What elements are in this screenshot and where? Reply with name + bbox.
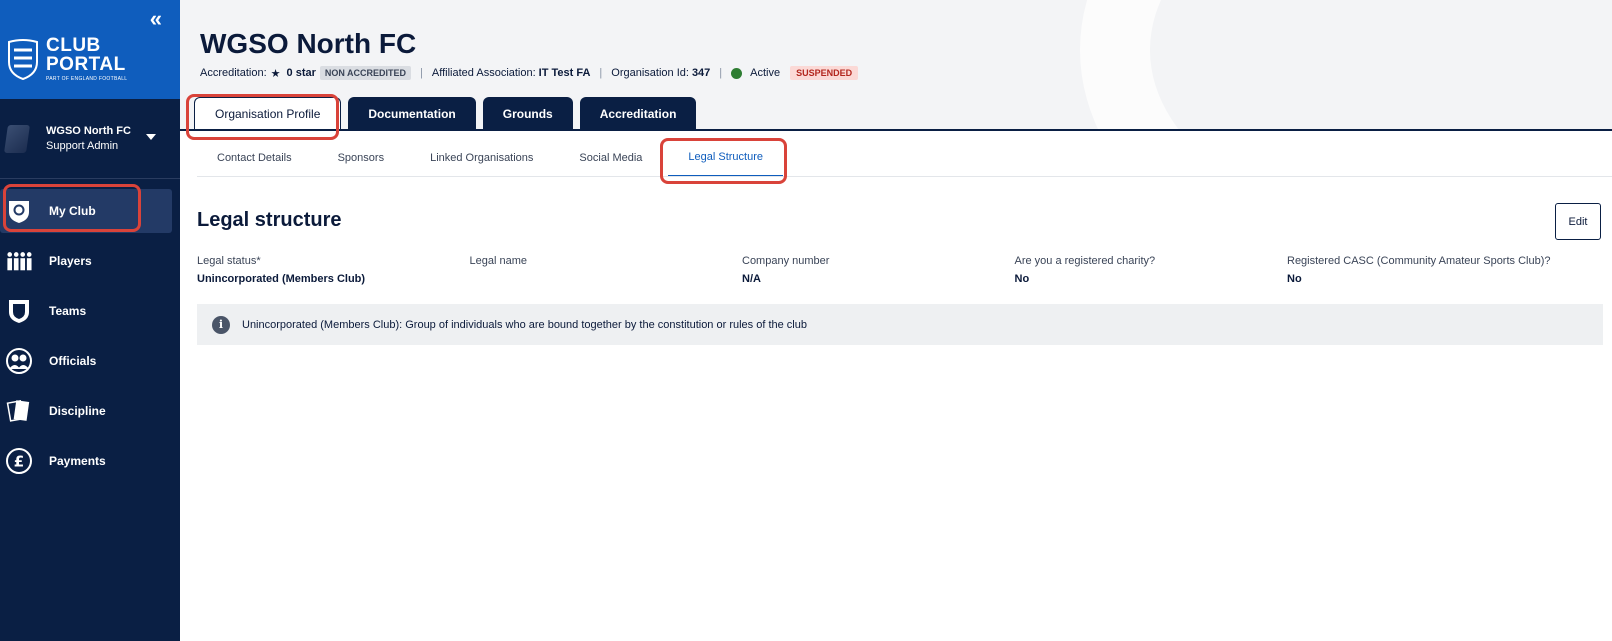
main-tabs: Organisation Profile Documentation Groun…: [194, 97, 703, 130]
field-value: No: [1287, 273, 1302, 285]
field-company-number: Company number N/A: [742, 255, 1015, 289]
legal-structure-fields: Legal status* Unincorporated (Members Cl…: [197, 255, 1577, 289]
sidebar-nav: My Club Players Teams Officials Discipli…: [0, 186, 180, 486]
svg-text:£: £: [14, 453, 24, 471]
field-value: No: [1014, 273, 1030, 285]
status-badge: SUSPENDED: [790, 66, 859, 80]
user-switcher[interactable]: WGSO North FC Support Admin: [0, 112, 180, 166]
info-banner: i Unincorporated (Members Club): Group o…: [197, 304, 1603, 345]
separator: |: [599, 67, 603, 79]
sidebar-item-officials[interactable]: Officials: [0, 336, 180, 386]
org-id-label: Organisation Id:: [611, 67, 689, 79]
tab-documentation[interactable]: Documentation: [348, 97, 476, 130]
sidebar-item-label: My Club: [49, 204, 96, 218]
sidebar-item-my-club[interactable]: My Club: [0, 189, 172, 233]
sidebar-item-label: Payments: [49, 454, 106, 468]
section-title: Legal structure: [197, 209, 342, 231]
edit-button[interactable]: Edit: [1555, 203, 1601, 240]
subtab-social-media[interactable]: Social Media: [559, 139, 662, 177]
field-label: Legal status*: [197, 255, 261, 267]
logo-title-line2: PORTAL: [46, 54, 126, 75]
sidebar-item-label: Officials: [49, 354, 97, 368]
field-value: N/A: [742, 273, 761, 285]
logo-area: « CLUB PORTAL PART OF ENGLAND FOOTBALL: [0, 0, 180, 99]
sidebar-item-label: Discipline: [49, 404, 106, 418]
field-registered-casc: Registered CASC (Community Amateur Sport…: [1287, 255, 1560, 289]
user-role: Support Admin: [46, 140, 119, 152]
players-icon: [6, 248, 32, 274]
club-avatar: [4, 125, 30, 153]
sidebar-item-label: Players: [49, 254, 92, 268]
org-id-value: 347: [691, 67, 711, 79]
subtab-legal-structure[interactable]: Legal Structure: [668, 139, 784, 177]
user-club-name: WGSO North FC: [46, 125, 131, 137]
affiliated-value: IT Test FA: [538, 67, 591, 79]
main-content: WGSO North FC Accreditation: ★ 0 star NO…: [180, 0, 1612, 641]
organisation-meta: Accreditation: ★ 0 star NON ACCREDITED |…: [200, 66, 859, 80]
sidebar-item-payments[interactable]: £ Payments: [0, 436, 180, 486]
separator: |: [420, 67, 423, 79]
page-title: WGSO North FC: [200, 28, 417, 59]
club-portal-logo[interactable]: CLUB PORTAL PART OF ENGLAND FOOTBALL: [6, 36, 127, 82]
subtab-sponsors[interactable]: Sponsors: [318, 139, 404, 177]
sidebar: « CLUB PORTAL PART OF ENGLAND FOOTBALL W…: [0, 0, 180, 641]
pound-icon: £: [6, 448, 32, 474]
cards-icon: [6, 398, 32, 424]
subtab-linked-organisations[interactable]: Linked Organisations: [410, 139, 553, 177]
info-icon: i: [212, 315, 230, 334]
collapse-sidebar-icon[interactable]: «: [150, 6, 162, 32]
shield-icon: [6, 298, 32, 324]
field-label: Are you a registered charity?: [1014, 255, 1156, 267]
sidebar-item-teams[interactable]: Teams: [0, 286, 180, 336]
subtab-contact-details[interactable]: Contact Details: [197, 139, 312, 177]
field-legal-name: Legal name: [470, 255, 743, 289]
tab-grounds[interactable]: Grounds: [482, 97, 573, 130]
status-text: Active: [750, 67, 781, 79]
field-label: Registered CASC (Community Amateur Sport…: [1287, 255, 1551, 267]
sidebar-item-label: Teams: [49, 304, 87, 318]
field-label: Legal name: [469, 255, 528, 267]
field-value: Unincorporated (Members Club): [197, 273, 366, 285]
subtabs-underline: [197, 176, 1612, 177]
affiliated-label: Affiliated Association:: [431, 67, 536, 79]
accreditation-badge: NON ACCREDITED: [319, 66, 412, 80]
caret-down-icon[interactable]: [146, 134, 156, 140]
accreditation-label: Accreditation:: [200, 67, 267, 79]
field-value: [470, 273, 743, 289]
tab-accreditation[interactable]: Accreditation: [579, 97, 697, 130]
logo-subtitle: PART OF ENGLAND FOOTBALL: [46, 76, 128, 82]
tabs-underline: [180, 129, 1612, 131]
tab-organisation-profile[interactable]: Organisation Profile: [194, 97, 342, 130]
sub-tabs: Contact Details Sponsors Linked Organisa…: [197, 139, 789, 177]
officials-icon: [6, 348, 32, 374]
separator: |: [719, 67, 723, 79]
shield-ball-icon: [6, 198, 32, 224]
sidebar-divider: [0, 178, 180, 179]
field-registered-charity: Are you a registered charity? No: [1015, 255, 1288, 289]
sidebar-item-discipline[interactable]: Discipline: [0, 386, 180, 436]
three-lions-crest-icon: [8, 39, 38, 80]
info-text: Unincorporated (Members Club): Group of …: [242, 318, 807, 331]
logo-title-line1: CLUB: [46, 35, 101, 56]
status-dot-icon: [731, 67, 743, 79]
star-icon: ★: [270, 67, 281, 80]
accreditation-value: 0 star: [286, 67, 316, 79]
field-legal-status: Legal status* Unincorporated (Members Cl…: [197, 255, 470, 289]
field-label: Company number: [742, 255, 830, 267]
sidebar-item-players[interactable]: Players: [0, 236, 180, 286]
